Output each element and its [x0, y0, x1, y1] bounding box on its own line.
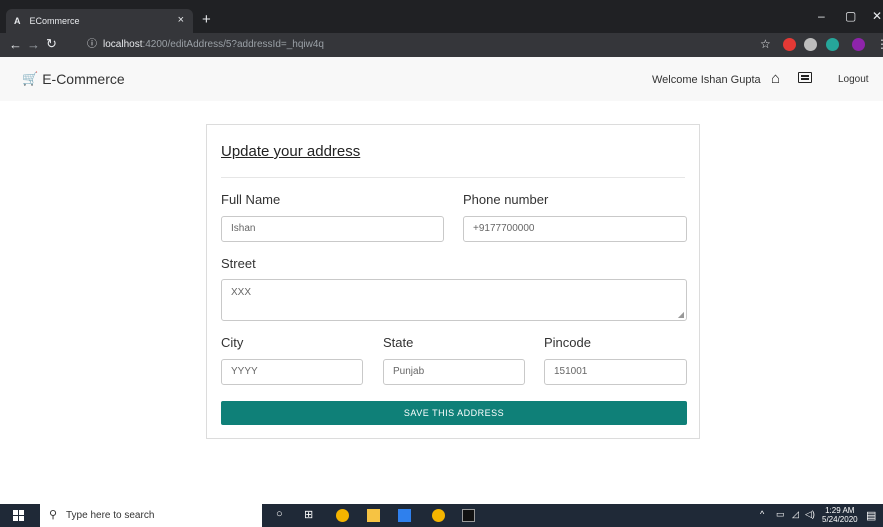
windows-start-icon[interactable] [13, 510, 24, 521]
extension-gray-icon[interactable] [804, 38, 817, 51]
extension-teal-icon[interactable] [826, 38, 839, 51]
brand-link[interactable]: 🛒 E-Commerce [22, 71, 125, 87]
address-form-card: Update your address Full Name Ishan Phon… [206, 124, 700, 439]
url-path: :4200/editAddress/5?addressId=_hqiw4q [142, 39, 324, 50]
logout-link[interactable]: Logout [838, 74, 869, 85]
cart-logo-icon: 🛒 [22, 71, 39, 86]
state-input[interactable]: Punjab [383, 359, 525, 385]
url-field[interactable]: ⓘ localhost:4200/editAddress/5?addressId=… [81, 36, 741, 54]
title-divider [221, 177, 685, 178]
url-host: localhost [103, 39, 143, 50]
extension-red-icon[interactable] [783, 38, 796, 51]
menu-kebab-icon[interactable]: ⋮ [876, 37, 883, 51]
profile-avatar-icon[interactable] [852, 38, 865, 51]
full-name-label: Full Name [221, 192, 281, 207]
chrome-taskbar-icon[interactable] [336, 509, 349, 522]
pincode-label: Pincode [544, 335, 591, 350]
tray-chevron-icon[interactable]: ^ [760, 509, 764, 519]
phone-input[interactable]: +9177700000 [463, 216, 687, 242]
street-value: XXX [231, 287, 252, 298]
welcome-text: Welcome Ishan Gupta [652, 74, 761, 86]
back-icon[interactable]: ← [9, 37, 22, 52]
maximize-icon[interactable]: ▢ [845, 9, 856, 23]
street-textarea[interactable]: XXX ◢ [221, 279, 687, 321]
orders-list-icon[interactable] [798, 72, 812, 83]
street-label: Street [221, 256, 256, 271]
city-input[interactable]: YYYY [221, 359, 363, 385]
form-title: Update your address [221, 143, 361, 160]
reload-icon[interactable]: ↻ [46, 36, 57, 52]
tab-title: ECommerce [29, 16, 80, 26]
state-label: State [383, 335, 414, 350]
file-explorer-icon[interactable] [367, 509, 380, 522]
info-icon: ⓘ [87, 39, 97, 50]
tab-ecommerce[interactable]: A ECommerce × [6, 9, 193, 33]
minimize-icon[interactable]: – [818, 9, 825, 23]
notification-icon[interactable]: ▤ [866, 509, 876, 522]
taskbar-search-box[interactable]: ⚲ Type here to search [40, 504, 262, 527]
search-placeholder: Type here to search [66, 510, 155, 521]
pincode-input[interactable]: 151001 [544, 359, 687, 385]
app-navbar: 🛒 E-Commerce Welcome Ishan Gupta ⌂ Logou… [0, 57, 883, 101]
tab-close-icon[interactable]: × [178, 14, 184, 26]
network-icon[interactable]: ▭ [776, 509, 785, 520]
browser-tab-bar: A ECommerce × + – ▢ ✕ [0, 0, 883, 33]
volume-icon[interactable]: ◁) [805, 509, 815, 520]
windows-taskbar: ⚲ Type here to search ○ ⊞ ^ ▭ ◿ ◁) 1:29 … [0, 504, 883, 527]
address-bar: ← → ↻ ⓘ localhost:4200/editAddress/5?addr… [0, 33, 883, 57]
bookmark-star-icon[interactable]: ☆ [760, 37, 771, 51]
terminal-icon[interactable] [462, 509, 475, 522]
taskbar-clock[interactable]: 1:29 AM 5/24/2020 [822, 506, 858, 524]
save-address-button[interactable]: SAVE THIS ADDRESS [221, 401, 687, 425]
resize-grip-icon[interactable]: ◢ [678, 310, 684, 319]
forward-icon[interactable]: → [27, 37, 40, 52]
phone-label: Phone number [463, 192, 549, 207]
clock-date: 5/24/2020 [822, 515, 858, 524]
clock-time: 1:29 AM [825, 506, 855, 515]
chrome-second-icon[interactable] [432, 509, 445, 522]
new-tab-button[interactable]: + [202, 11, 211, 28]
home-icon[interactable]: ⌂ [771, 70, 780, 87]
brand-name: E-Commerce [42, 71, 125, 87]
task-view-icon[interactable]: ⊞ [304, 508, 317, 521]
vscode-icon[interactable] [398, 509, 411, 522]
wifi-icon[interactable]: ◿ [792, 509, 799, 520]
city-label: City [221, 335, 244, 350]
search-icon: ⚲ [49, 509, 58, 521]
favicon-icon: A [14, 16, 21, 26]
cortana-icon[interactable]: ○ [276, 508, 289, 521]
close-window-icon[interactable]: ✕ [872, 9, 882, 23]
full-name-input[interactable]: Ishan [221, 216, 444, 242]
